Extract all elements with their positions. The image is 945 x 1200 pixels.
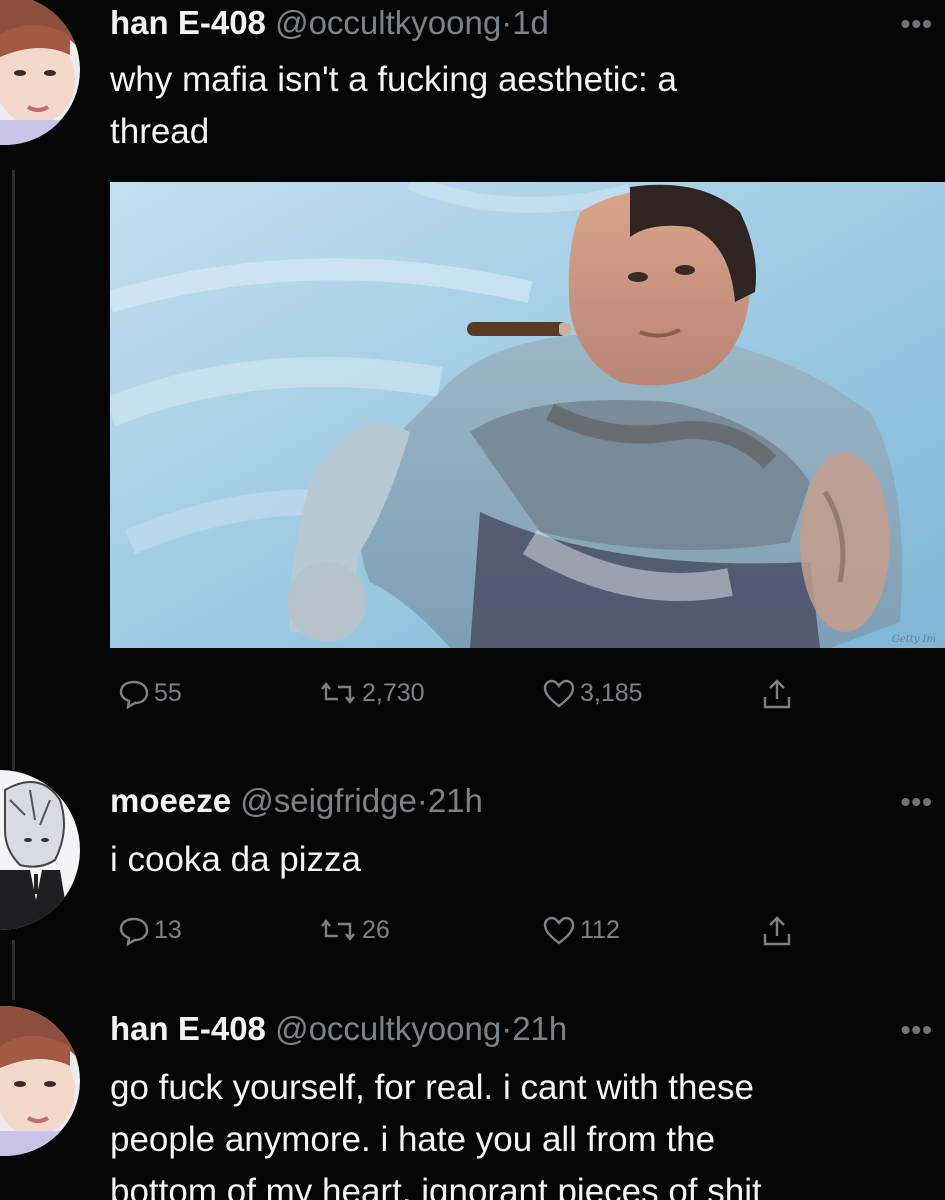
thread-line bbox=[12, 170, 15, 770]
reply-icon bbox=[119, 680, 149, 709]
tweet-text-line: i cooka da pizza bbox=[110, 840, 361, 879]
thread-line bbox=[12, 940, 15, 1000]
tweet-media-image[interactable]: Getty Im bbox=[110, 182, 945, 648]
more-icon[interactable]: ••• bbox=[901, 8, 933, 40]
display-name[interactable]: moeeze bbox=[110, 782, 231, 819]
tweet-text-line: bottom of my heart, ignorant pieces of s… bbox=[110, 1172, 762, 1200]
share-icon bbox=[763, 679, 791, 709]
retweet-count: 2,730 bbox=[362, 678, 425, 707]
tweet-2[interactable]: moeeze @seigfridge·21h ••• i cooka da pi… bbox=[0, 760, 945, 1000]
timestamp[interactable]: 21h bbox=[428, 782, 483, 819]
tweet-text-line: go fuck yourself, for real. i cant with … bbox=[110, 1068, 754, 1107]
tweet-text-line: why mafia isn't a fucking aesthetic: a bbox=[110, 60, 677, 99]
retweet-button[interactable]: 2,730 bbox=[318, 677, 425, 709]
tweet-text-line: thread bbox=[110, 112, 210, 151]
tweet-text: go fuck yourself, for real. i cant with … bbox=[110, 1062, 930, 1200]
like-icon bbox=[543, 916, 575, 945]
like-button[interactable]: 3,185 bbox=[542, 677, 643, 709]
tweet-3[interactable]: han E-408 @occultkyoong·21h ••• go fuck … bbox=[0, 1000, 945, 1200]
user-handle[interactable]: @occultkyoong bbox=[275, 4, 501, 41]
avatar-image bbox=[0, 0, 80, 145]
share-button[interactable] bbox=[760, 677, 794, 711]
share-button[interactable] bbox=[760, 914, 794, 948]
like-count: 3,185 bbox=[580, 678, 643, 707]
tweet-text: i cooka da pizza bbox=[110, 834, 930, 886]
display-name[interactable]: han E-408 bbox=[110, 4, 266, 41]
avatar-image bbox=[0, 1006, 80, 1156]
like-icon bbox=[543, 679, 575, 708]
reply-count: 13 bbox=[154, 915, 182, 944]
display-name[interactable]: han E-408 bbox=[110, 1010, 266, 1047]
share-icon bbox=[763, 916, 791, 946]
like-button[interactable]: 112 bbox=[542, 914, 620, 946]
reply-icon bbox=[119, 917, 149, 946]
more-icon[interactable]: ••• bbox=[901, 786, 933, 818]
more-icon[interactable]: ••• bbox=[901, 1014, 933, 1046]
tweet-header: moeeze @seigfridge·21h bbox=[110, 784, 483, 817]
avatar-han[interactable] bbox=[0, 0, 80, 145]
tweet-text: why mafia isn't a fucking aesthetic: a t… bbox=[110, 54, 930, 158]
separator: · bbox=[501, 4, 513, 41]
tweet-1[interactable]: han E-408 @occultkyoong·1d ••• why mafia… bbox=[0, 0, 945, 770]
tweet-text-line: people anymore. i hate you all from the bbox=[110, 1120, 716, 1159]
avatar-image bbox=[0, 770, 80, 930]
reply-count: 55 bbox=[154, 678, 182, 707]
reply-button[interactable]: 55 bbox=[118, 677, 182, 709]
tweet-actions: 13 26 112 bbox=[110, 914, 810, 954]
avatar-moeeze[interactable] bbox=[0, 770, 80, 930]
pool-photo: Getty Im bbox=[110, 182, 945, 648]
photo-credit: Getty Im bbox=[892, 634, 936, 645]
retweet-button[interactable]: 26 bbox=[318, 914, 390, 946]
tweet-header: han E-408 @occultkyoong·21h bbox=[110, 1012, 567, 1045]
retweet-icon bbox=[321, 682, 355, 704]
user-handle[interactable]: @seigfridge bbox=[240, 782, 417, 819]
like-count: 112 bbox=[580, 915, 620, 944]
separator: · bbox=[501, 1010, 513, 1047]
avatar-han[interactable] bbox=[0, 1006, 80, 1156]
tweet-header: han E-408 @occultkyoong·1d bbox=[110, 6, 549, 39]
timestamp[interactable]: 1d bbox=[512, 4, 549, 41]
separator: · bbox=[416, 782, 428, 819]
user-handle[interactable]: @occultkyoong bbox=[275, 1010, 501, 1047]
retweet-icon bbox=[321, 919, 355, 941]
retweet-count: 26 bbox=[362, 915, 390, 944]
timestamp[interactable]: 21h bbox=[512, 1010, 567, 1047]
reply-button[interactable]: 13 bbox=[118, 914, 182, 946]
tweet-actions: 55 2,730 3,185 bbox=[110, 677, 810, 717]
